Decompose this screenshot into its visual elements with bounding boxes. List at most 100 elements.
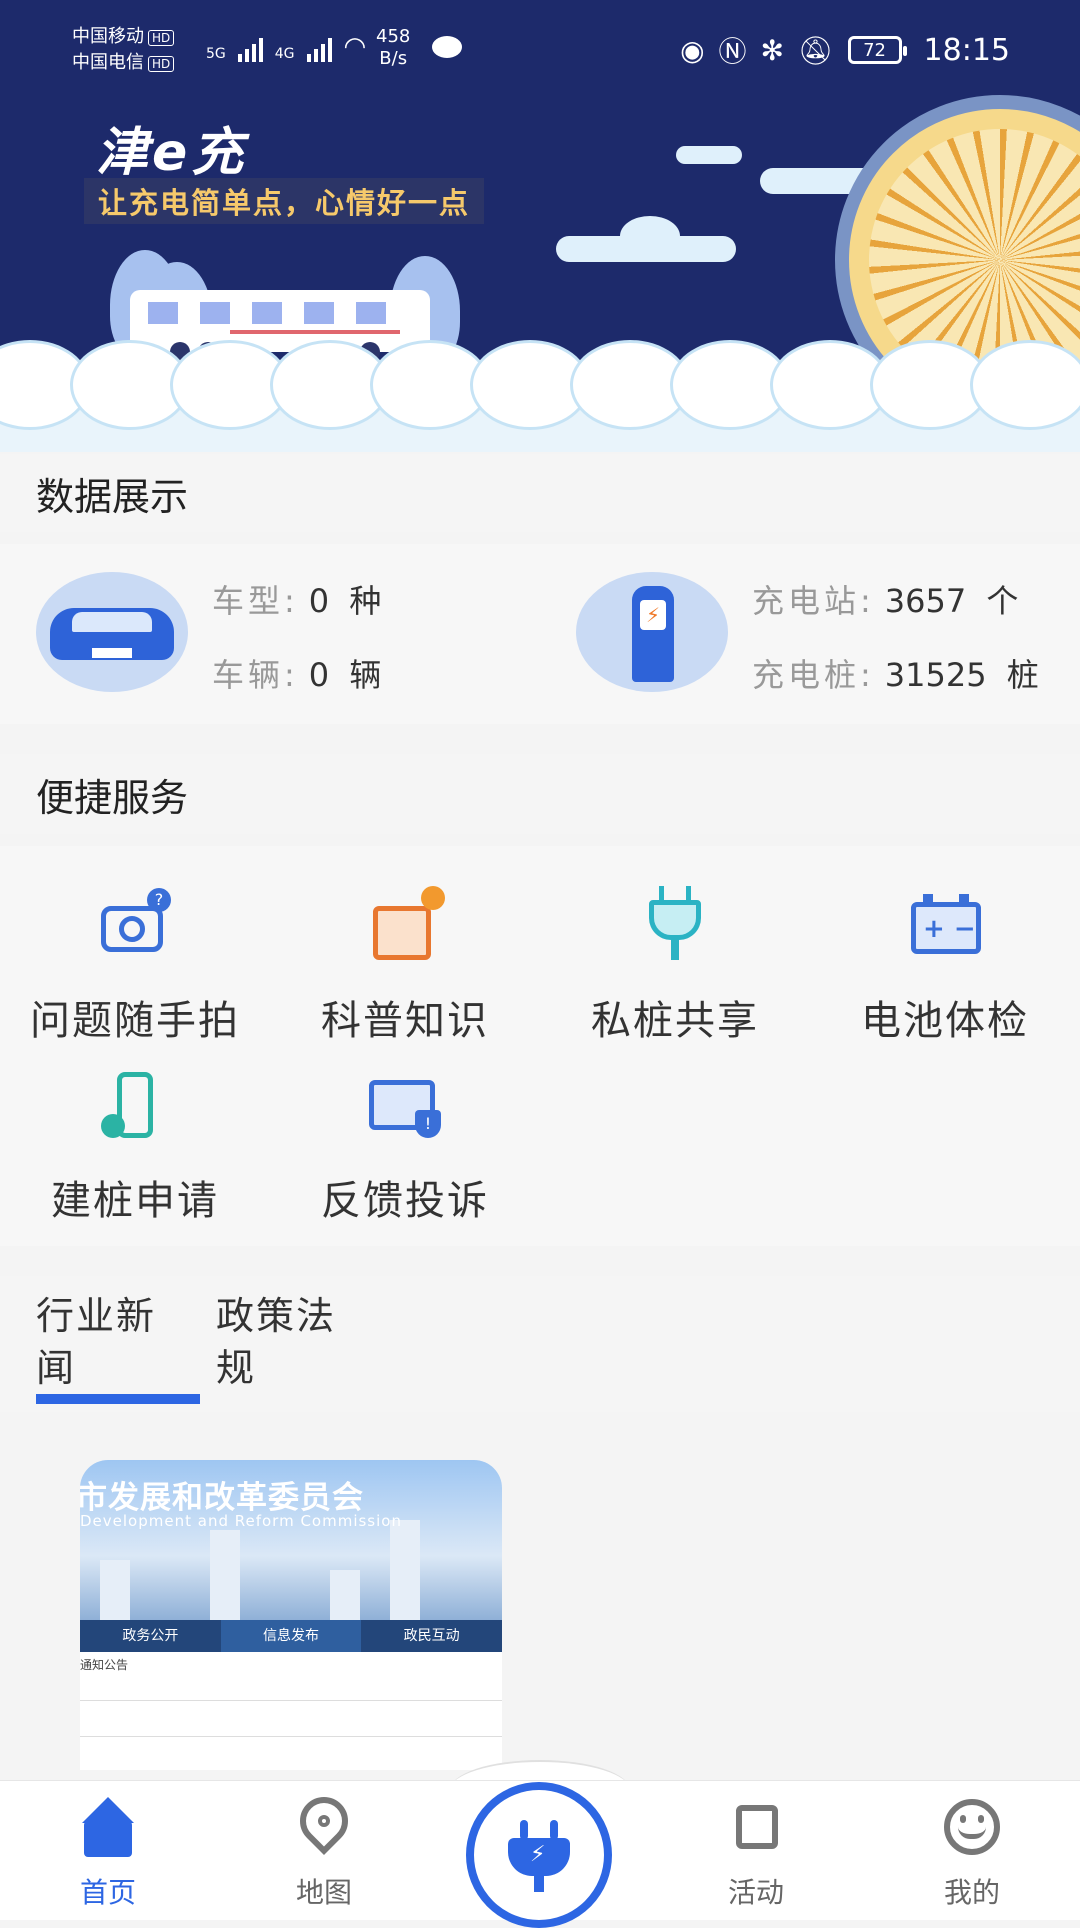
signal-bars-icon bbox=[237, 36, 263, 62]
message-icon bbox=[432, 36, 462, 58]
car-icon bbox=[36, 572, 188, 692]
signal-bars-icon bbox=[306, 36, 332, 62]
section-title-data: 数据展示 bbox=[0, 454, 1080, 532]
nav-mine[interactable]: 我的 bbox=[902, 1795, 1042, 1911]
vehicle-count-row: 车辆: 0 辆 bbox=[212, 650, 381, 696]
carrier-info: 中国移动 HD 中国电信 HD bbox=[72, 24, 175, 76]
smiley-icon bbox=[940, 1795, 1004, 1859]
charger-icon: ⚡ bbox=[576, 572, 728, 692]
service-label: 私桩共享 bbox=[591, 998, 759, 1044]
service-label: 电池体检 bbox=[861, 998, 1029, 1044]
cloud-border bbox=[0, 340, 1080, 452]
divider bbox=[80, 1700, 502, 1701]
building-shape bbox=[330, 1570, 360, 1620]
news-nav-item: 信息发布 bbox=[220, 1620, 362, 1652]
bluetooth-icon: ✻ bbox=[760, 33, 784, 67]
pile-row: 充电桩: 31525 桩 bbox=[752, 650, 1050, 696]
station-row: 充电站: 3657 个 bbox=[752, 576, 1018, 622]
nav-activity[interactable]: 活动 bbox=[686, 1795, 826, 1911]
net-speed-value: 458 bbox=[376, 26, 411, 47]
nav-map[interactable]: 地图 bbox=[254, 1787, 394, 1911]
nav-label: 我的 bbox=[943, 1876, 1000, 1909]
charging-pile-apply-icon bbox=[95, 1066, 175, 1146]
home-icon bbox=[76, 1795, 140, 1859]
mail-alert-icon: ! bbox=[365, 1066, 445, 1146]
data-card: 车型: 0 种 车辆: 0 辆 ⚡ 充电站: 3657 个 充电桩: 31525 桩 bbox=[0, 544, 1080, 724]
service-label: 建桩申请 bbox=[51, 1178, 219, 1224]
service-pile-apply[interactable]: 建桩申请 bbox=[0, 1066, 270, 1226]
news-tab-bar: 行业新闻 政策法规 bbox=[0, 1276, 1080, 1412]
nfc-icon: Ⓝ bbox=[718, 35, 747, 68]
battery-check-icon: + − bbox=[905, 886, 985, 966]
active-tab-indicator bbox=[36, 1394, 200, 1404]
service-label: 科普知识 bbox=[321, 998, 489, 1044]
nav-label: 首页 bbox=[79, 1876, 136, 1909]
tab-policy[interactable]: 政策法规 bbox=[216, 1290, 366, 1394]
news-image: 市发展和改革委员会 Development and Reform Commiss… bbox=[80, 1460, 502, 1620]
news-card-title: 市发展和改革委员会 bbox=[80, 1480, 364, 1516]
services-card: ? 问题随手拍 科普知识 私桩共享 + − 电池体检 建桩申请 ! 反馈投诉 bbox=[0, 846, 1080, 1246]
net-speed-unit: B/s bbox=[379, 48, 408, 69]
pile-label: 充电桩: bbox=[752, 656, 875, 694]
banner: 中国移动 HD 中国电信 HD 5G 4G ◠ 458 B/s ◉ Ⓝ ✻ 🔕︎ 7… bbox=[0, 0, 1080, 452]
building-shape bbox=[210, 1530, 240, 1620]
tab-industry-news[interactable]: 行业新闻 bbox=[36, 1290, 186, 1394]
news-card-nav: 政务公开 信息发布 政民互动 bbox=[80, 1620, 502, 1652]
service-feedback[interactable]: ! 反馈投诉 bbox=[270, 1066, 540, 1226]
camera-question-icon: ? bbox=[95, 886, 175, 966]
hd-badge: HD bbox=[148, 30, 175, 46]
status-bar: 中国移动 HD 中国电信 HD 5G 4G ◠ 458 B/s ◉ Ⓝ ✻ 🔕︎ 7… bbox=[0, 0, 1080, 100]
news-card-subtitle: Development and Reform Commission bbox=[80, 1512, 402, 1530]
news-nav-item: 政务公开 bbox=[122, 1628, 179, 1644]
clock: 18:15 bbox=[923, 32, 1010, 68]
vehicle-count-value: 0 bbox=[308, 656, 330, 694]
cloud bbox=[620, 216, 680, 256]
eye-icon: ◉ bbox=[680, 33, 705, 67]
nav-home[interactable]: 首页 bbox=[38, 1795, 178, 1911]
station-label: 充电站: bbox=[752, 582, 875, 620]
service-label: 反馈投诉 bbox=[321, 1178, 489, 1224]
mute-icon: 🔕︎ bbox=[797, 33, 834, 67]
service-issue-photo[interactable]: ? 问题随手拍 bbox=[0, 886, 270, 1046]
plug-icon bbox=[635, 886, 715, 966]
network-5g-label: 5G bbox=[206, 46, 226, 62]
nav-label: 地图 bbox=[295, 1876, 352, 1909]
station-value: 3657 bbox=[884, 582, 967, 620]
status-right: ◉ Ⓝ ✻ 🔕︎ 72 18:15 bbox=[680, 30, 1010, 70]
book-bulb-icon bbox=[365, 886, 445, 966]
app-logo-title: 津e充 bbox=[96, 123, 248, 183]
news-notice: 通知公告 bbox=[80, 1658, 129, 1672]
wifi-icon: ◠ bbox=[343, 32, 367, 62]
hd-badge: HD bbox=[148, 56, 175, 72]
building-shape bbox=[100, 1560, 130, 1620]
service-label: 问题随手拍 bbox=[30, 998, 240, 1044]
bus-illustration bbox=[130, 290, 430, 362]
service-science[interactable]: 科普知识 bbox=[270, 886, 540, 1046]
vehicle-model-row: 车型: 0 种 bbox=[212, 576, 381, 622]
net-speed: 458 B/s bbox=[376, 26, 410, 70]
vehicle-count-unit: 辆 bbox=[349, 656, 382, 694]
service-battery-check[interactable]: + − 电池体检 bbox=[810, 886, 1080, 1046]
service-private-share[interactable]: 私桩共享 bbox=[540, 886, 810, 1046]
building-shape bbox=[390, 1520, 420, 1620]
map-pin-icon bbox=[290, 1787, 358, 1859]
battery-icon: 72 bbox=[847, 36, 907, 64]
pile-value: 31525 bbox=[884, 656, 987, 694]
cube-icon bbox=[724, 1795, 788, 1859]
news-nav-item: 政民互动 bbox=[403, 1628, 460, 1644]
section-title-services: 便捷服务 bbox=[0, 754, 1080, 834]
vehicle-model-label: 车型: bbox=[212, 582, 299, 620]
network-4g-label: 4G bbox=[274, 46, 295, 62]
nav-label: 活动 bbox=[727, 1876, 784, 1909]
pile-unit: 桩 bbox=[1006, 656, 1039, 694]
vehicle-count-label: 车辆: bbox=[212, 656, 299, 694]
carrier2-label: 中国电信 bbox=[72, 52, 144, 73]
app-slogan: 让充电简单点，心情好一点 bbox=[84, 178, 485, 224]
news-card[interactable]: 市发展和改革委员会 Development and Reform Commiss… bbox=[80, 1460, 502, 1770]
nav-charge-button[interactable]: ⚡ bbox=[466, 1782, 612, 1928]
station-unit: 个 bbox=[986, 582, 1019, 620]
carrier1-label: 中国移动 bbox=[72, 26, 144, 47]
cloud bbox=[676, 146, 742, 164]
vehicle-model-unit: 种 bbox=[349, 582, 382, 620]
signal-icons: 5G 4G ◠ bbox=[206, 32, 366, 62]
